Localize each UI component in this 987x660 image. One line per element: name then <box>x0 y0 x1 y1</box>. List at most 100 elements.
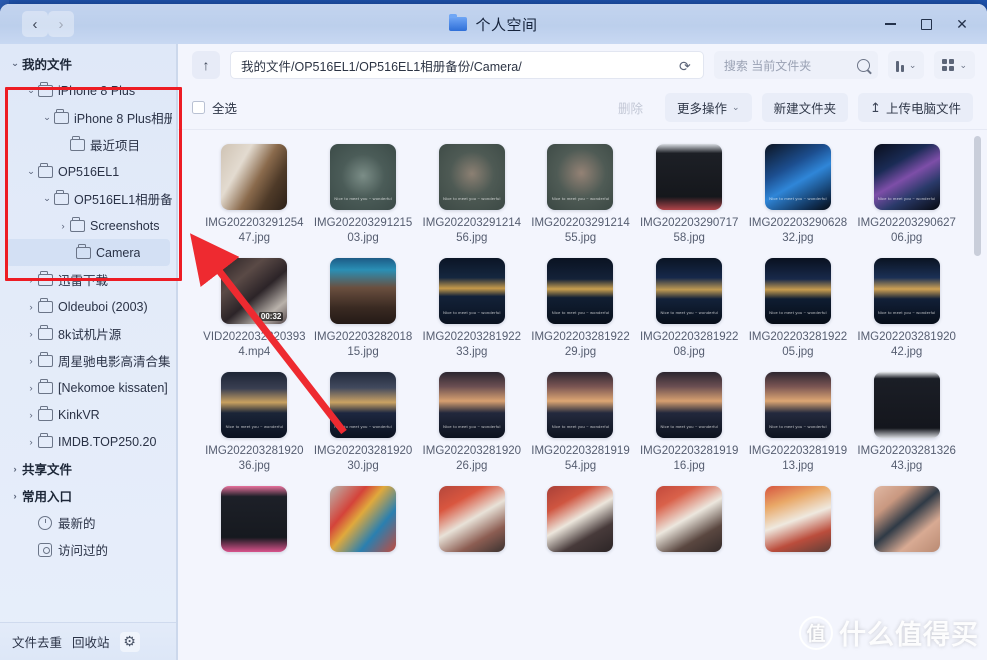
sort-button[interactable]: ⌄ <box>887 51 925 79</box>
file-item[interactable]: Nice to meet you ~ wonderful IMG202203291… <box>526 144 635 246</box>
file-item[interactable]: Nice to meet you ~ wonderful IMG202203281… <box>309 372 418 474</box>
file-item[interactable] <box>852 486 961 558</box>
file-thumbnail[interactable]: Nice to meet you ~ wonderful <box>547 372 614 438</box>
sidebar-item-15[interactable]: › 共享文件 <box>0 455 176 482</box>
file-item[interactable]: Nice to meet you ~ wonderful IMG202203281… <box>635 372 744 474</box>
file-thumbnail[interactable] <box>873 486 940 552</box>
chevron-down-icon[interactable]: ⌄ <box>39 193 54 204</box>
file-thumbnail[interactable]: Nice to meet you ~ wonderful <box>656 258 723 324</box>
sidebar-item-8[interactable]: › 迅雷下载 <box>0 266 176 293</box>
sidebar-item-18[interactable]: · 访问过的 <box>0 536 176 563</box>
file-thumbnail[interactable]: Nice to meet you ~ wonderful <box>547 144 614 210</box>
sidebar-item-3[interactable]: · 最近项目 <box>0 131 176 158</box>
new-folder-button[interactable]: 新建文件夹 <box>761 93 849 122</box>
file-thumbnail[interactable] <box>330 258 397 324</box>
sidebar-item-6[interactable]: › Screenshots <box>0 212 176 239</box>
file-thumbnail[interactable] <box>221 486 288 552</box>
file-thumbnail[interactable]: Nice to meet you ~ wonderful <box>547 258 614 324</box>
delete-button[interactable]: 删除 <box>606 93 655 122</box>
chevron-right-icon[interactable]: › <box>23 302 38 312</box>
more-actions-button[interactable]: 更多操作 ⌄ <box>665 93 752 122</box>
file-grid-container[interactable]: IMG20220329125447.jpg Nice to meet you ~ … <box>178 130 987 660</box>
forward-button[interactable]: › <box>48 11 74 37</box>
chevron-right-icon[interactable]: › <box>55 221 70 231</box>
file-thumbnail[interactable] <box>873 372 940 438</box>
sidebar-item-9[interactable]: › Oldeuboi (2003) <box>0 293 176 320</box>
file-item[interactable]: IMG20220329071758.jpg <box>635 144 744 246</box>
sidebar-item-12[interactable]: › [Nekomoe kissaten] <box>0 374 176 401</box>
search-input[interactable]: 搜索 当前文件夹 <box>713 51 878 79</box>
upload-file-button[interactable]: ↥ 上传电脑文件 <box>858 93 973 122</box>
file-thumbnail[interactable] <box>330 486 397 552</box>
file-item[interactable]: IMG20220329125447.jpg <box>200 144 309 246</box>
recycle-bin-button[interactable]: 回收站 <box>72 632 110 651</box>
file-item[interactable]: Nice to meet you ~ wonderful IMG202203281… <box>200 372 309 474</box>
file-thumbnail[interactable]: Nice to meet you ~ wonderful <box>221 372 288 438</box>
file-item[interactable]: Nice to meet you ~ wonderful IMG202203281… <box>417 372 526 474</box>
file-item[interactable]: Nice to meet you ~ wonderful IMG202203291… <box>417 144 526 246</box>
sidebar-item-14[interactable]: › IMDB.TOP250.20 <box>0 428 176 455</box>
refresh-icon[interactable]: ⟳ <box>675 56 695 76</box>
file-thumbnail[interactable] <box>656 144 723 210</box>
sidebar-item-11[interactable]: › 周星驰电影高清合集 <box>0 347 176 374</box>
file-thumbnail[interactable] <box>656 486 723 552</box>
sidebar-item-1[interactable]: ⌄ iPhone 8 Plus <box>0 77 176 104</box>
file-thumbnail[interactable]: Nice to meet you ~ wonderful <box>330 372 397 438</box>
chevron-right-icon[interactable]: › <box>7 464 22 474</box>
sidebar-item-2[interactable]: ⌄ iPhone 8 Plus相册备份 <box>0 104 176 131</box>
chevron-right-icon[interactable]: › <box>7 491 22 501</box>
chevron-right-icon[interactable]: › <box>23 329 38 339</box>
file-item[interactable]: Nice to meet you ~ wonderful IMG202203281… <box>526 372 635 474</box>
file-item[interactable] <box>744 486 853 558</box>
chevron-right-icon[interactable]: › <box>23 437 38 447</box>
file-item[interactable]: Nice to meet you ~ wonderful IMG202203290… <box>852 144 961 246</box>
file-thumbnail[interactable]: Nice to meet you ~ wonderful <box>330 144 397 210</box>
sidebar-item-0[interactable]: ⌄ 我的文件 <box>0 50 176 77</box>
file-thumbnail[interactable]: Nice to meet you ~ wonderful <box>764 258 831 324</box>
file-item[interactable]: Nice to meet you ~ wonderful IMG202203281… <box>417 258 526 360</box>
sidebar-item-16[interactable]: › 常用入口 <box>0 482 176 509</box>
file-thumbnail[interactable]: 00:32 <box>221 258 288 324</box>
content-scrollbar[interactable] <box>974 136 981 256</box>
file-thumbnail[interactable]: Nice to meet you ~ wonderful <box>438 258 505 324</box>
chevron-right-icon[interactable]: › <box>23 356 38 366</box>
file-item[interactable] <box>309 486 418 558</box>
sidebar-item-7[interactable]: · Camera <box>6 239 170 266</box>
back-button[interactable]: ‹ <box>22 11 48 37</box>
file-item[interactable]: Nice to meet you ~ wonderful IMG202203281… <box>852 258 961 360</box>
close-button[interactable]: ✕ <box>951 13 973 35</box>
chevron-right-icon[interactable]: › <box>23 275 38 285</box>
file-item[interactable]: Nice to meet you ~ wonderful IMG202203290… <box>744 144 853 246</box>
file-item[interactable]: IMG20220328201815.jpg <box>309 258 418 360</box>
file-thumbnail[interactable]: Nice to meet you ~ wonderful <box>656 372 723 438</box>
file-item[interactable]: Nice to meet you ~ wonderful IMG202203291… <box>309 144 418 246</box>
file-item[interactable]: Nice to meet you ~ wonderful IMG202203281… <box>744 258 853 360</box>
file-thumbnail[interactable]: Nice to meet you ~ wonderful <box>764 372 831 438</box>
up-directory-button[interactable]: ↑ <box>192 51 220 79</box>
file-thumbnail[interactable]: Nice to meet you ~ wonderful <box>764 144 831 210</box>
file-item[interactable] <box>200 486 309 558</box>
file-item[interactable]: 00:32 VID20220328203934.mp4 <box>200 258 309 360</box>
file-item[interactable]: Nice to meet you ~ wonderful IMG202203281… <box>635 258 744 360</box>
maximize-button[interactable] <box>915 13 937 35</box>
chevron-down-icon[interactable]: ⌄ <box>23 166 38 177</box>
sidebar-item-5[interactable]: ⌄ OP516EL1相册备份 <box>0 185 176 212</box>
file-thumbnail[interactable] <box>547 486 614 552</box>
select-all-checkbox[interactable]: 全选 <box>192 98 237 117</box>
view-mode-button[interactable]: ⌄ <box>934 51 975 79</box>
file-thumbnail[interactable]: Nice to meet you ~ wonderful <box>438 372 505 438</box>
sidebar-item-17[interactable]: · 最新的 <box>0 509 176 536</box>
file-thumbnail[interactable]: Nice to meet you ~ wonderful <box>873 258 940 324</box>
file-thumbnail[interactable] <box>764 486 831 552</box>
file-item[interactable] <box>526 486 635 558</box>
minimize-button[interactable] <box>879 13 901 35</box>
path-input[interactable]: 我的文件/OP516EL1/OP516EL1相册备份/Camera/ ⟳ <box>230 51 704 79</box>
file-item[interactable] <box>635 486 744 558</box>
file-thumbnail[interactable]: Nice to meet you ~ wonderful <box>873 144 940 210</box>
chevron-down-icon[interactable]: ⌄ <box>23 85 38 96</box>
file-item[interactable]: Nice to meet you ~ wonderful IMG202203281… <box>744 372 853 474</box>
file-item[interactable] <box>417 486 526 558</box>
sidebar-item-4[interactable]: ⌄ OP516EL1 <box>0 158 176 185</box>
sidebar-item-13[interactable]: › KinkVR <box>0 401 176 428</box>
chevron-down-icon[interactable]: ⌄ <box>39 112 54 123</box>
